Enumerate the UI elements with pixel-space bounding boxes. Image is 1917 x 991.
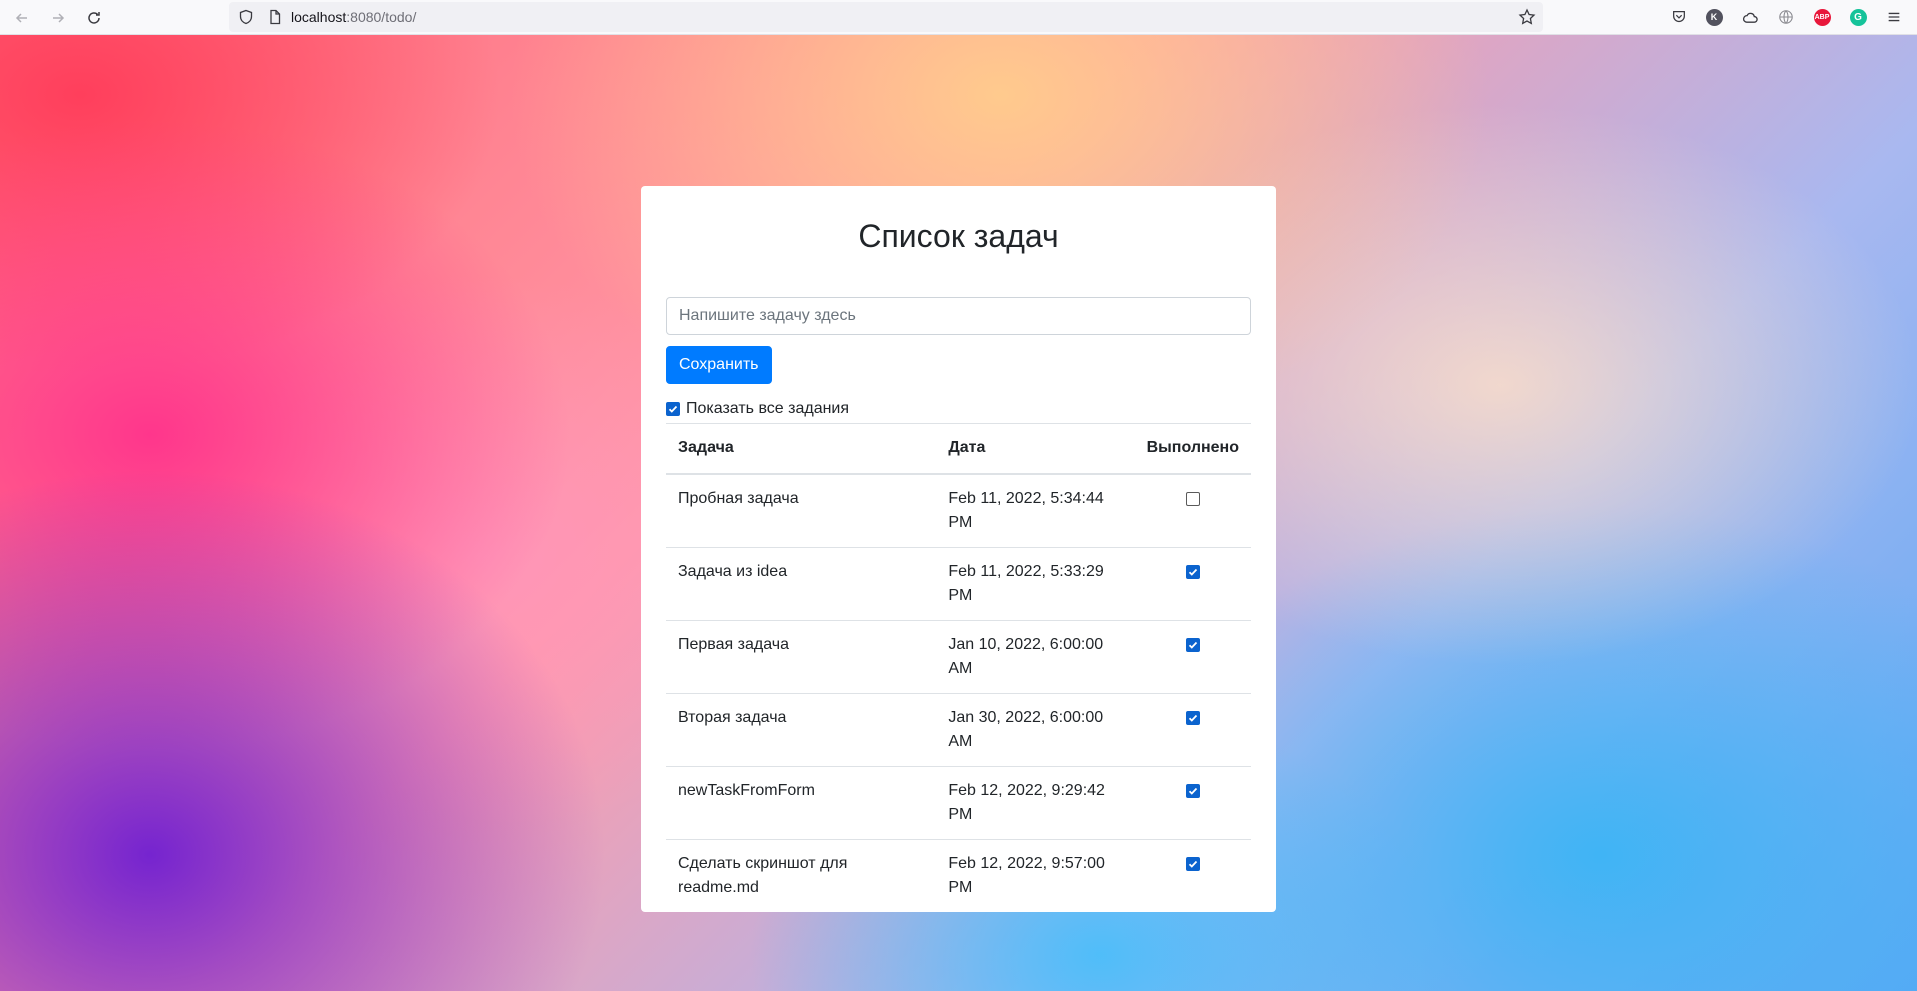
check-icon (1188, 568, 1197, 576)
task-name: newTaskFromForm (666, 765, 937, 839)
task-date: Jan 10, 2022, 6:00:00 AM (936, 619, 1135, 693)
check-icon (1188, 714, 1197, 722)
task-date: Feb 12, 2022, 9:29:42 PM (936, 765, 1135, 839)
table-row: Задача из idea Feb 11, 2022, 5:33:29 PM (666, 546, 1251, 620)
tasks-table: Задача Дата Выполнено Пробная задача Feb… (666, 423, 1251, 912)
browser-toolbar: localhost:8080/todo/ K ABP G (0, 0, 1917, 35)
page-title: Список задач (858, 218, 1059, 254)
task-date: Feb 11, 2022, 5:33:29 PM (936, 546, 1135, 620)
table-row: Сделать скриншот для readme.md Feb 12, 2… (666, 838, 1251, 912)
pocket-icon[interactable] (1669, 7, 1689, 27)
page-background: Список задач Сохранить Показать все зада… (0, 35, 1917, 991)
done-checkbox[interactable] (1185, 710, 1200, 725)
adblock-icon[interactable]: ABP (1812, 7, 1832, 27)
table-header-row: Задача Дата Выполнено (666, 423, 1251, 475)
grammarly-icon[interactable]: G (1848, 7, 1868, 27)
task-name: Сделать скриншот для readme.md (666, 838, 937, 912)
cloud-icon[interactable] (1740, 7, 1760, 27)
check-icon (1188, 787, 1197, 795)
save-button[interactable]: Сохранить (666, 346, 772, 384)
url-path: :8080/todo/ (346, 9, 417, 25)
done-checkbox[interactable] (1185, 564, 1200, 579)
header-date: Дата (936, 423, 1135, 475)
address-bar[interactable]: localhost:8080/todo/ (229, 2, 1543, 32)
check-icon (1188, 860, 1197, 868)
table-row: Первая задача Jan 10, 2022, 6:00:00 AM (666, 619, 1251, 693)
task-name: Первая задача (666, 619, 937, 693)
extension-k-icon[interactable]: K (1704, 7, 1724, 27)
table-row: newTaskFromForm Feb 12, 2022, 9:29:42 PM (666, 765, 1251, 839)
check-icon (668, 405, 678, 413)
check-icon (1188, 641, 1197, 649)
task-name: Пробная задача (678, 489, 799, 507)
todo-card: Список задач Сохранить Показать все зада… (641, 186, 1276, 912)
task-input[interactable] (666, 297, 1251, 335)
forward-button[interactable] (44, 4, 72, 32)
reload-icon (88, 12, 100, 24)
done-checkbox[interactable] (1185, 491, 1200, 506)
show-all-toggle[interactable]: Показать все задания (666, 400, 849, 418)
table-row: Вторая задача Jan 30, 2022, 6:00:00 AM (666, 692, 1251, 766)
reload-button[interactable] (80, 4, 108, 32)
show-all-label: Показать все задания (686, 400, 850, 417)
bookmark-star-icon[interactable] (1518, 8, 1536, 26)
menu-icon[interactable] (1884, 7, 1904, 27)
task-date: Feb 11, 2022, 5:34:44 PM (948, 489, 1104, 531)
globe-icon[interactable] (1776, 7, 1796, 27)
task-date: Feb 12, 2022, 9:57:00 PM (936, 838, 1135, 912)
table-row: Пробная задача Feb 11, 2022, 5:34:44 PM (666, 474, 1251, 548)
done-checkbox[interactable] (1185, 783, 1200, 798)
done-checkbox[interactable] (1185, 637, 1200, 652)
shield-icon[interactable] (238, 9, 254, 25)
header-done: Выполнено (1134, 423, 1251, 475)
task-name: Вторая задача (666, 692, 937, 766)
task-date: Jan 30, 2022, 6:00:00 AM (936, 692, 1135, 766)
done-checkbox[interactable] (1185, 856, 1200, 871)
back-button[interactable] (8, 4, 36, 32)
page-icon (270, 9, 281, 25)
task-name: Задача из idea (666, 546, 937, 620)
show-all-checkbox[interactable] (666, 402, 680, 416)
url-host: localhost (291, 9, 347, 25)
header-task: Задача (666, 423, 937, 475)
arrow-left-icon (15, 13, 27, 23)
arrow-right-icon (53, 13, 65, 23)
url-text[interactable]: localhost:8080/todo/ (291, 9, 416, 25)
